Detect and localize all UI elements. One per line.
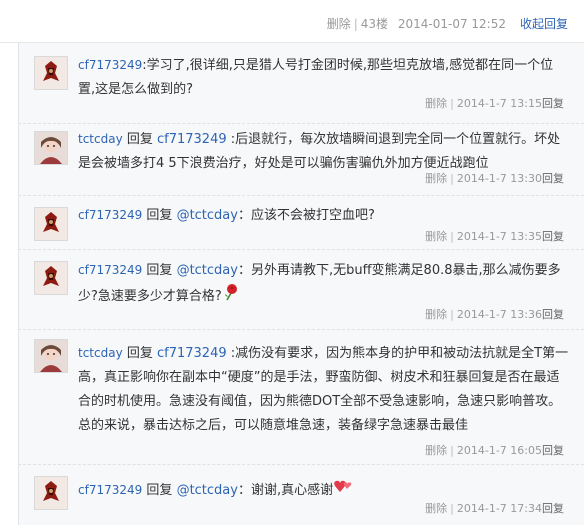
separator: | [450, 444, 454, 457]
separator: | [450, 97, 454, 110]
reply-target[interactable]: @tctcday [177, 483, 238, 498]
reply-username[interactable]: cf7173249 [78, 58, 142, 72]
horde-emblem-icon [35, 57, 67, 89]
delete-link[interactable]: 删除 [425, 444, 447, 457]
reply-content: cf7173249:学习了,很详细,只是猎人号打金团时候,那些坦克放墙,感觉都在… [78, 53, 570, 102]
horde-emblem-avatar[interactable] [34, 476, 68, 510]
separator: | [450, 172, 454, 185]
reply-meta: 删除 | 2014-1-7 16:05回复 [425, 444, 564, 458]
character-portrait-avatar[interactable] [34, 339, 68, 373]
reply-item: cf7173249 回复 @tctcday：应该不会被打空血吧? 删除 | 2014… [18, 195, 584, 250]
reply-text: ：谢谢,真心感谢 [237, 483, 334, 498]
delete-link[interactable]: 删除 [425, 308, 447, 321]
reply-item: cf7173249 回复 @tctcday：另外再请教下,无buff变熊满足80… [18, 249, 584, 330]
rose-emoji-icon [222, 283, 240, 310]
reply-text: 学习了,很详细,只是猎人号打金团时候,那些坦克放墙,感觉都在同一个位置,这是怎么… [78, 58, 554, 97]
reply-time: 2014-1-7 13:36 [456, 308, 542, 321]
reply-link[interactable]: 回复 [542, 502, 564, 515]
separator [391, 17, 395, 31]
reply-content: cf7173249 回复 @tctcday：谢谢,真心感谢 [78, 478, 570, 503]
collapse-replies-link[interactable]: 收起回复 [520, 16, 568, 32]
character-portrait-avatar[interactable] [34, 131, 68, 165]
horde-emblem-icon [35, 477, 67, 509]
separator: | [450, 502, 454, 515]
horde-emblem-icon [35, 262, 67, 294]
reply-target[interactable]: @tctcday [177, 263, 238, 278]
reply-time: 2014-1-7 13:35 [456, 230, 542, 243]
separator: | [450, 308, 454, 321]
delete-link[interactable]: 删除 [425, 97, 447, 110]
reply-target[interactable]: cf7173249 [157, 132, 227, 147]
reply-username[interactable]: tctcday [78, 132, 123, 146]
reply-item: tctcday 回复 cf7173249 :后退就行，每次放墙瞬间退到完全同一个… [18, 123, 584, 196]
reply-meta: 删除 | 2014-1-7 13:30回复 [425, 172, 564, 186]
reply-link[interactable]: 回复 [542, 230, 564, 243]
reply-word-label: 回复 [146, 483, 173, 498]
reply-meta: 删除 | 2014-1-7 13:15回复 [425, 97, 564, 111]
character-portrait-icon [35, 340, 67, 372]
reply-content: tctcday 回复 cf7173249 :减伤没有要求，因为熊本身的护甲和被动… [78, 341, 570, 438]
reply-time: 2014-1-7 17:34 [456, 502, 542, 515]
floor-delete-link[interactable]: 删除 [327, 17, 351, 31]
reply-time: 2014-1-7 13:15 [456, 97, 542, 110]
reply-link[interactable]: 回复 [542, 308, 564, 321]
horde-emblem-icon [35, 208, 67, 240]
reply-link[interactable]: 回复 [542, 97, 564, 110]
reply-meta: 删除 | 2014-1-7 17:34回复 [425, 502, 564, 516]
floor-header: 删除 | 43楼 2014-01-07 12:52 收起回复 [0, 0, 584, 43]
reply-target[interactable]: @tctcday [177, 208, 238, 223]
floor-number: 43楼 [360, 17, 389, 31]
reply-username[interactable]: cf7173249 [78, 483, 142, 497]
reply-target[interactable]: cf7173249 [157, 346, 227, 361]
reply-word-label: 回复 [146, 263, 173, 278]
delete-link[interactable]: 删除 [425, 230, 447, 243]
reply-link[interactable]: 回复 [542, 172, 564, 185]
reply-content: cf7173249 回复 @tctcday：另外再请教下,无buff变熊满足80… [78, 258, 570, 310]
floor-meta: 删除 | 43楼 2014-01-07 12:52 [327, 16, 506, 32]
horde-emblem-avatar[interactable] [34, 261, 68, 295]
delete-link[interactable]: 删除 [425, 172, 447, 185]
reply-time: 2014-1-7 16:05 [456, 444, 542, 457]
reply-word-label: 回复 [126, 132, 153, 147]
reply-word-label: 回复 [126, 346, 153, 361]
horde-emblem-avatar[interactable] [34, 56, 68, 90]
reply-item: cf7173249 回复 @tctcday：谢谢,真心感谢 删除 | 2014-1-… [18, 464, 584, 525]
heart-emoji-icon [333, 478, 353, 503]
horde-emblem-avatar[interactable] [34, 207, 68, 241]
reply-username[interactable]: cf7173249 [78, 263, 142, 277]
reply-meta: 删除 | 2014-1-7 13:35回复 [425, 230, 564, 244]
separator: | [353, 17, 358, 31]
character-portrait-icon [35, 132, 67, 164]
reply-text: ：应该不会被打空血吧? [237, 208, 375, 223]
floor-timestamp: 2014-01-07 12:52 [397, 17, 506, 31]
separator: | [450, 230, 454, 243]
reply-username[interactable]: cf7173249 [78, 208, 142, 222]
reply-item: tctcday 回复 cf7173249 :减伤没有要求，因为熊本身的护甲和被动… [18, 329, 584, 465]
reply-link[interactable]: 回复 [542, 444, 564, 457]
reply-username[interactable]: tctcday [78, 346, 123, 360]
delete-link[interactable]: 删除 [425, 502, 447, 515]
reply-time: 2014-1-7 13:30 [456, 172, 542, 185]
reply-content: cf7173249 回复 @tctcday：应该不会被打空血吧? [78, 203, 570, 228]
reply-word-label: 回复 [146, 208, 173, 223]
reply-content: tctcday 回复 cf7173249 :后退就行，每次放墙瞬间退到完全同一个… [78, 127, 570, 176]
reply-item: cf7173249:学习了,很详细,只是猎人号打金团时候,那些坦克放墙,感觉都在… [18, 43, 584, 124]
reply-meta: 删除 | 2014-1-7 13:36回复 [425, 308, 564, 322]
